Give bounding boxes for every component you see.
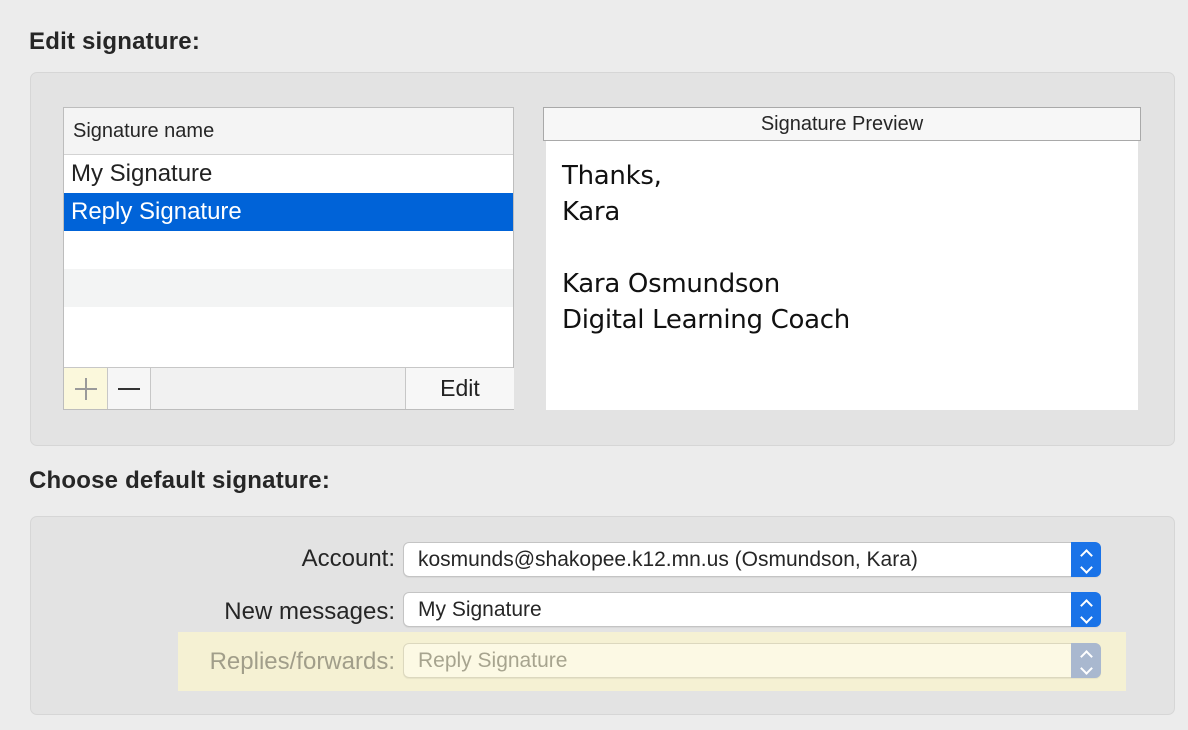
signature-preview: Thanks, Kara Kara Osmundson Digital Lear… bbox=[546, 141, 1138, 410]
add-signature-button[interactable] bbox=[64, 368, 108, 409]
empty-row bbox=[64, 231, 513, 269]
account-select[interactable]: kosmunds@shakopee.k12.mn.us (Osmundson, … bbox=[403, 542, 1101, 577]
new-messages-value: My Signature bbox=[418, 598, 542, 621]
preview-line: Kara Osmundson bbox=[562, 269, 780, 299]
account-value: kosmunds@shakopee.k12.mn.us (Osmundson, … bbox=[418, 548, 918, 571]
signature-preview-header: Signature Preview bbox=[543, 107, 1141, 141]
chevron-updown-icon bbox=[1071, 592, 1101, 627]
preview-line: Kara bbox=[562, 197, 620, 227]
signature-list-toolbar: Edit bbox=[64, 367, 514, 409]
signature-row-my-signature[interactable]: My Signature bbox=[64, 155, 513, 193]
empty-row bbox=[64, 269, 513, 307]
signature-row-reply-signature[interactable]: Reply Signature bbox=[64, 193, 513, 231]
preview-line: Digital Learning Coach bbox=[562, 305, 850, 335]
edit-signature-title: Edit signature: bbox=[29, 28, 201, 55]
replies-forwards-value: Reply Signature bbox=[418, 649, 568, 672]
choose-default-signature-title: Choose default signature: bbox=[29, 467, 331, 494]
replies-forwards-label: Replies/forwards: bbox=[209, 648, 395, 675]
replies-forwards-select[interactable]: Reply Signature bbox=[403, 643, 1101, 678]
empty-row bbox=[64, 307, 513, 345]
remove-signature-button[interactable] bbox=[108, 368, 151, 409]
chevron-updown-icon bbox=[1071, 643, 1101, 678]
new-messages-label: New messages: bbox=[224, 598, 395, 625]
signature-name-column-header[interactable]: Signature name bbox=[64, 108, 513, 155]
chevron-updown-icon bbox=[1071, 542, 1101, 577]
plus-icon bbox=[74, 377, 97, 400]
minus-icon bbox=[118, 378, 140, 400]
account-label: Account: bbox=[301, 545, 395, 572]
edit-signature-button[interactable]: Edit bbox=[405, 368, 514, 409]
signature-list[interactable]: Signature name My Signature Reply Signat… bbox=[63, 107, 514, 410]
new-messages-select[interactable]: My Signature bbox=[403, 592, 1101, 627]
preview-line: Thanks, bbox=[562, 161, 662, 191]
